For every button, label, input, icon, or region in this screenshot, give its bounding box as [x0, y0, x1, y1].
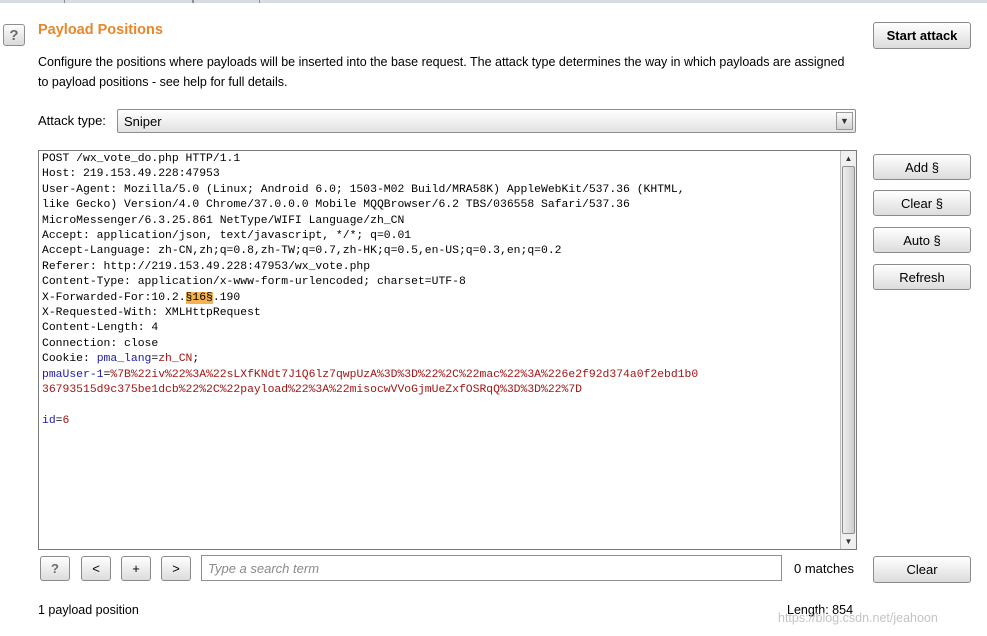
auto-markers-button[interactable]: Auto § [873, 227, 971, 253]
payload-position-marker[interactable]: §16§ [185, 291, 213, 304]
request-line: MicroMessenger/6.3.25.861 NetType/WIFI L… [42, 214, 405, 227]
pmauser-key: pmaUser-1 [42, 368, 104, 381]
start-attack-button[interactable]: Start attack [873, 22, 971, 49]
attack-type-value: Sniper [124, 114, 162, 129]
request-line: Content-Length: 4 [42, 322, 159, 335]
body-eq: = [55, 414, 63, 427]
body-key: id [42, 414, 56, 427]
refresh-button[interactable]: Refresh [873, 264, 971, 290]
help-button[interactable]: ? [3, 24, 25, 46]
search-input[interactable] [201, 555, 782, 581]
request-line: X-Requested-With: XMLHttpRequest [42, 307, 261, 320]
cookie-label: Cookie: [42, 353, 97, 366]
request-text[interactable]: POST /wx_vote_do.php HTTP/1.1 Host: 219.… [42, 152, 837, 429]
request-line: Connection: close [42, 337, 159, 350]
request-line: Accept-Language: zh-CN,zh;q=0.8,zh-TW;q=… [42, 245, 562, 258]
chevron-down-icon[interactable]: ▼ [836, 112, 853, 130]
pmauser-value-cont: 36793515d9c375be1dcb%22%2C%22payload%22%… [42, 384, 583, 397]
attack-type-select[interactable]: Sniper ▼ [117, 109, 856, 133]
request-editor[interactable]: POST /wx_vote_do.php HTTP/1.1 Host: 219.… [38, 150, 857, 550]
scrollbar-thumb[interactable] [842, 166, 855, 534]
scroll-up-icon[interactable]: ▲ [842, 151, 855, 165]
request-line: like Gecko) Version/4.0 Chrome/37.0.0.0 … [42, 199, 630, 212]
search-add-button[interactable]: + [121, 556, 151, 581]
watermark: https://blog.csdn.net/jeahoon [778, 611, 938, 625]
payload-position-count: 1 payload position [38, 603, 139, 617]
request-line: Referer: http://219.153.49.228:47953/wx_… [42, 260, 371, 273]
clear-button[interactable]: Clear [873, 556, 971, 583]
scroll-down-icon[interactable]: ▼ [842, 534, 855, 548]
search-previous-button[interactable]: < [81, 556, 111, 581]
request-line: POST /wx_vote_do.php HTTP/1.1 [42, 153, 241, 165]
editor-scrollbar[interactable]: ▲ ▼ [840, 151, 856, 549]
search-help-button[interactable]: ? [40, 556, 70, 581]
pmauser-value: %7B%22iv%22%3A%22sLXfKNdt7J1Q6lz7qwpUzA%… [110, 368, 699, 381]
request-line: Host: 219.153.49.228:47953 [42, 168, 220, 181]
add-marker-button[interactable]: Add § [873, 154, 971, 180]
body-value: 6 [62, 414, 70, 427]
attack-type-label: Attack type: [38, 113, 106, 128]
request-line: Content-Type: application/x-www-form-url… [42, 276, 466, 289]
cookie-key: pma_lang [96, 353, 152, 366]
top-tab-strip [0, 0, 987, 3]
cookie-separator: ; [192, 353, 200, 366]
section-title: Payload Positions [38, 22, 163, 38]
tab-edge [64, 0, 194, 3]
section-description: Configure the positions where payloads w… [38, 55, 845, 89]
request-line: Accept: application/json, text/javascrip… [42, 230, 412, 243]
cookie-value: zh_CN [158, 353, 193, 366]
search-next-button[interactable]: > [161, 556, 191, 581]
xff-suffix: .190 [212, 291, 241, 304]
search-match-count: 0 matches [794, 561, 854, 576]
tab-edge [192, 0, 260, 3]
xff-prefix: X-Forwarded-For:10.2. [42, 291, 186, 304]
clear-markers-button[interactable]: Clear § [873, 190, 971, 216]
request-line: User-Agent: Mozilla/5.0 (Linux; Android … [42, 183, 685, 196]
